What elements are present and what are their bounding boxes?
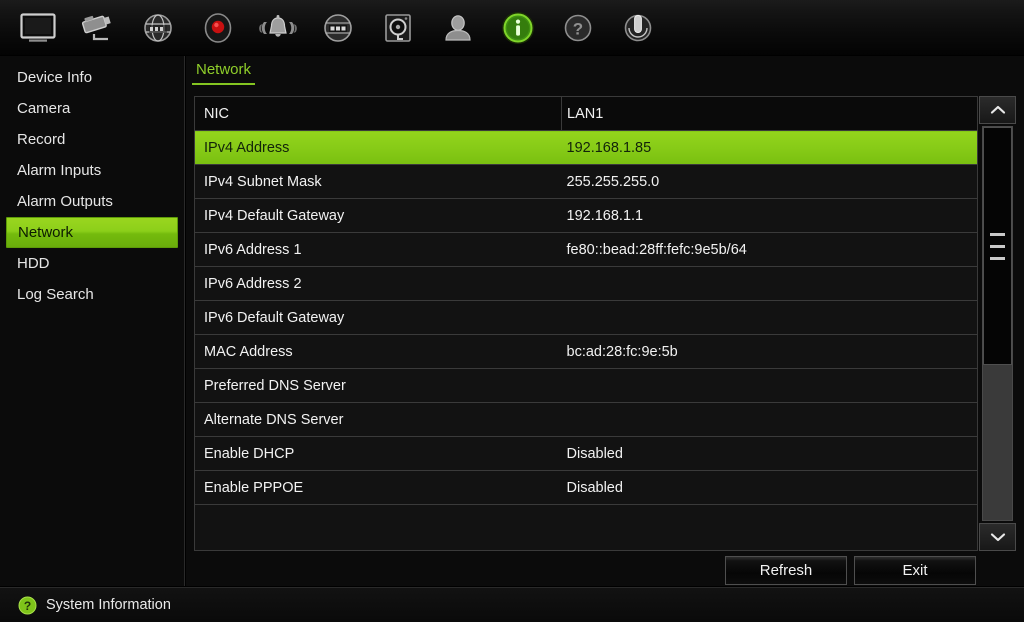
table-row[interactable]: Preferred DNS Server	[195, 368, 977, 403]
scrollbar-track[interactable]	[982, 126, 1013, 521]
sidebar-item-camera[interactable]: Camera	[6, 93, 178, 124]
help-icon: ?	[564, 14, 592, 41]
row-label-ipv6-address-1: IPv6 Address 1	[195, 232, 562, 267]
tab-network[interactable]: Network	[192, 61, 256, 85]
top-toolbar: ?	[0, 0, 1024, 56]
refresh-button[interactable]: Refresh	[725, 556, 847, 585]
sidebar-item-alarm-inputs[interactable]: Alarm Inputs	[6, 155, 178, 186]
table-row[interactable]: IPv6 Address 2	[195, 266, 977, 301]
status-bar: ? System Information	[0, 587, 1024, 622]
row-label-ipv4-address: IPv4 Address	[195, 130, 562, 165]
row-label-mac-address: MAC Address	[195, 334, 562, 369]
toolbar-item-live-view[interactable]	[8, 4, 68, 52]
help-circle-icon: ?	[18, 596, 37, 615]
vertical-scrollbar[interactable]	[979, 96, 1016, 551]
row-value-alternate-dns-server	[561, 402, 977, 437]
toolbar-item-playback[interactable]	[128, 4, 188, 52]
scroll-up-button[interactable]	[979, 96, 1016, 124]
row-value-preferred-dns-server	[561, 368, 977, 403]
tab-bar: Network	[186, 56, 1024, 88]
row-label-preferred-dns-server: Preferred DNS Server	[195, 368, 562, 403]
toolbar-item-record[interactable]	[188, 4, 248, 52]
sidebar-item-network[interactable]: Network	[6, 217, 178, 248]
network-info-panel: NIC LAN1 IPv4 Address 192.168.1.85 IPv4 …	[194, 96, 978, 551]
hdd-icon	[385, 13, 411, 42]
status-bar-label: System Information	[46, 597, 171, 613]
sidebar-item-hdd[interactable]: HDD	[6, 248, 178, 279]
table-row[interactable]: IPv4 Address 192.168.1.85	[195, 130, 977, 165]
scrollbar-grip-line	[990, 232, 1005, 236]
toolbar-item-hdd[interactable]	[368, 4, 428, 52]
scrollbar-grip-line	[990, 256, 1005, 260]
row-value-ipv6-address-2	[561, 266, 977, 301]
row-label-ipv6-default-gateway: IPv6 Default Gateway	[195, 300, 562, 335]
chevron-up-icon	[990, 105, 1005, 114]
row-value-enable-pppoe: Disabled	[561, 470, 977, 505]
table-row[interactable]: Enable PPPOE Disabled	[195, 470, 977, 505]
table-row[interactable]: IPv4 Default Gateway 192.168.1.1	[195, 198, 977, 233]
toolbar-item-camera[interactable]	[68, 4, 128, 52]
toolbar-item-settings[interactable]	[308, 4, 368, 52]
info-icon	[502, 11, 534, 44]
scrollbar-thumb[interactable]	[983, 127, 1012, 365]
row-value-ipv4-subnet-mask: 255.255.255.0	[561, 164, 977, 199]
row-value-ipv6-default-gateway	[561, 300, 977, 335]
row-label-ipv6-address-2: IPv6 Address 2	[195, 266, 562, 301]
sidebar-item-alarm-outputs[interactable]: Alarm Outputs	[6, 186, 178, 217]
button-row: Refresh Exit	[186, 556, 1024, 586]
row-value-ipv4-default-gateway: 192.168.1.1	[561, 198, 977, 233]
table-row[interactable]: MAC Address bc:ad:28:fc:9e:5b	[195, 334, 977, 369]
toolbar-item-alarm[interactable]	[248, 4, 308, 52]
sidebar-item-device-info[interactable]: Device Info	[6, 62, 178, 93]
table-row[interactable]: IPv6 Address 1 fe80::bead:28ff:fefc:9e5b…	[195, 232, 977, 267]
sidebar-item-record[interactable]: Record	[6, 124, 178, 155]
table-header-row: NIC LAN1	[195, 97, 977, 131]
row-value-ipv6-address-1: fe80::bead:28ff:fefc:9e5b/64	[561, 232, 977, 267]
toolbar-item-help[interactable]: ?	[548, 4, 608, 52]
row-label-enable-dhcp: Enable DHCP	[195, 436, 562, 471]
svg-text:?: ?	[24, 599, 31, 613]
spacer-cell-left	[195, 504, 562, 519]
row-label-alternate-dns-server: Alternate DNS Server	[195, 402, 562, 437]
row-value-mac-address: bc:ad:28:fc:9e:5b	[561, 334, 977, 369]
table-row[interactable]: Enable DHCP Disabled	[195, 436, 977, 471]
toolbar-item-system-information[interactable]	[488, 4, 548, 52]
camera-icon	[81, 15, 111, 40]
playback-globe-icon	[144, 13, 172, 42]
column-header-nic: NIC	[195, 97, 562, 131]
sidebar: Device Info Camera Record Alarm Inputs A…	[0, 56, 185, 586]
spacer-cell-right	[561, 504, 977, 519]
power-icon	[624, 14, 652, 41]
table-row-spacer	[195, 504, 977, 519]
column-header-lan1: LAN1	[561, 97, 977, 131]
toolbar-item-user[interactable]	[428, 4, 488, 52]
record-icon	[204, 12, 232, 43]
settings-panel-icon	[324, 13, 352, 42]
toolbar-item-shutdown[interactable]	[608, 4, 668, 52]
monitor-icon	[20, 12, 56, 42]
content-area: Network NIC LAN1 IPv4 Address 192.168.1.…	[186, 56, 1024, 586]
row-value-ipv4-address: 192.168.1.85	[561, 130, 977, 165]
row-value-enable-dhcp: Disabled	[561, 436, 977, 471]
table-row[interactable]: IPv6 Default Gateway	[195, 300, 977, 335]
scroll-down-button[interactable]	[979, 523, 1016, 551]
row-label-ipv4-default-gateway: IPv4 Default Gateway	[195, 198, 562, 233]
network-info-table: NIC LAN1 IPv4 Address 192.168.1.85 IPv4 …	[195, 97, 977, 519]
row-label-enable-pppoe: Enable PPPOE	[195, 470, 562, 505]
sidebar-item-log-search[interactable]: Log Search	[6, 279, 178, 310]
alarm-bell-icon	[259, 14, 297, 37]
chevron-down-icon	[990, 533, 1005, 542]
user-icon	[445, 14, 471, 41]
table-row[interactable]: Alternate DNS Server	[195, 402, 977, 437]
table-row[interactable]: IPv4 Subnet Mask 255.255.255.0	[195, 164, 977, 199]
row-label-ipv4-subnet-mask: IPv4 Subnet Mask	[195, 164, 562, 199]
svg-text:?: ?	[573, 19, 583, 38]
scrollbar-grip-line	[990, 244, 1005, 248]
exit-button[interactable]: Exit	[854, 556, 976, 585]
